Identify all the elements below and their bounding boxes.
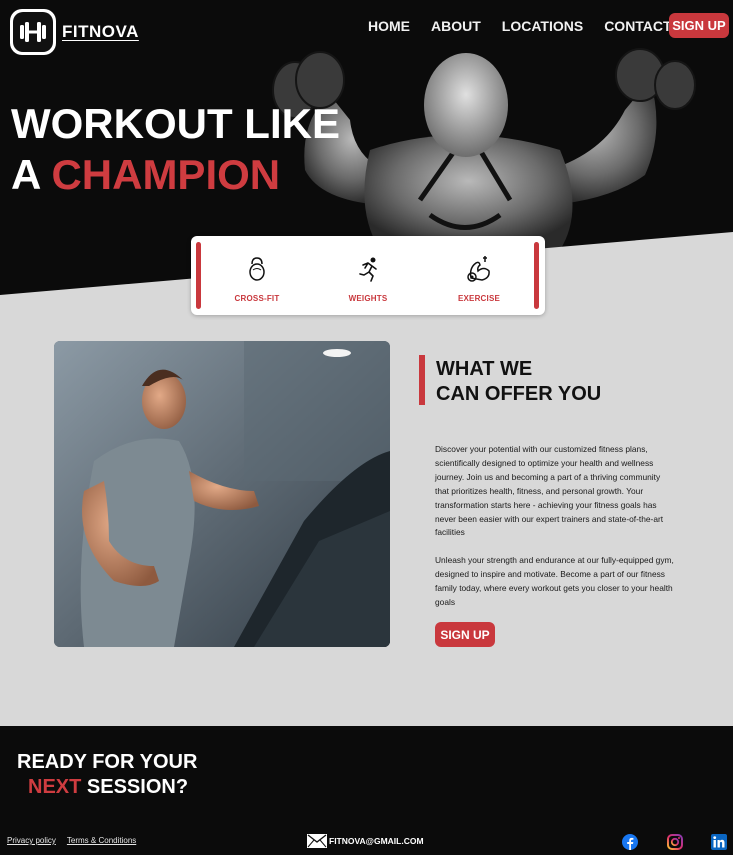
card-right-accent: [534, 242, 539, 309]
headline-line2-prefix: A: [11, 151, 52, 198]
offer-title-line1: WHAT WE: [436, 358, 533, 380]
nav-home[interactable]: HOME: [368, 18, 410, 34]
treadmill-runner-image: [54, 341, 390, 647]
feature-exercise[interactable]: EXERCISE: [439, 254, 519, 303]
ready-rest: SESSION?: [81, 776, 189, 798]
footer: READY FOR YOUR NEXT SESSION? Privacy pol…: [0, 726, 733, 855]
privacy-policy-link[interactable]: Privacy policy: [7, 836, 56, 845]
offer-title-line2: CAN OFFER YOU: [436, 383, 602, 405]
ready-accent: NEXT: [28, 776, 82, 798]
dumbbell-icon: [10, 9, 56, 55]
footer-links: Privacy policy Terms & Conditions: [7, 836, 136, 845]
linkedin-icon[interactable]: [711, 834, 727, 850]
features-card: CROSS-FIT WEIGHTS EXERCISE: [191, 236, 545, 315]
email-text: FITNOVA@GMAIL.COM: [329, 836, 424, 846]
kettlebell-icon: [249, 257, 265, 281]
offer-paragraph-1: Discover your potential with our customi…: [435, 444, 664, 538]
facebook-icon[interactable]: [622, 834, 638, 850]
headline-accent: CHAMPION: [51, 151, 281, 198]
nav-contact[interactable]: CONTACT: [604, 18, 671, 34]
mail-icon: [307, 834, 327, 848]
feature-label: EXERCISE: [457, 294, 501, 303]
card-left-accent: [196, 242, 201, 309]
offer-paragraph-2: Unleash your strength and endurance at o…: [435, 555, 674, 607]
feature-crossfit[interactable]: CROSS-FIT: [217, 254, 297, 303]
ready-line1: READY FOR YOUR: [17, 751, 198, 773]
feature-label: CROSS-FIT: [234, 294, 280, 303]
instagram-icon[interactable]: [667, 834, 683, 850]
headline-line1: WORKOUT LIKE: [11, 100, 340, 147]
feature-label: WEIGHTS: [348, 294, 388, 303]
nav-about[interactable]: ABOUT: [431, 18, 481, 34]
offer-title: WHAT WE CAN OFFER YOU: [436, 357, 601, 407]
main-nav: HOME ABOUT LOCATIONS CONTACT: [368, 18, 693, 34]
nav-locations[interactable]: LOCATIONS: [502, 18, 583, 34]
brand-logo[interactable]: FITNOVA: [10, 9, 139, 55]
offer-title-accent: [419, 355, 425, 405]
offer-signup-button[interactable]: SIGN UP: [435, 622, 495, 647]
terms-link[interactable]: Terms & Conditions: [67, 836, 136, 845]
brand-name: FITNOVA: [62, 22, 139, 41]
ready-line2: NEXT SESSION?: [17, 775, 197, 800]
runner-icon: [359, 257, 377, 282]
feature-weights[interactable]: WEIGHTS: [328, 254, 408, 303]
flexed-arm-icon: [467, 256, 490, 282]
hero-headline: WORKOUT LIKE A CHAMPION: [11, 98, 340, 200]
nav-signup-button[interactable]: SIGN UP: [669, 13, 729, 38]
footer-email[interactable]: FITNOVA@GMAIL.COM: [307, 834, 424, 848]
footer-cta-heading: READY FOR YOUR NEXT SESSION?: [17, 750, 197, 800]
